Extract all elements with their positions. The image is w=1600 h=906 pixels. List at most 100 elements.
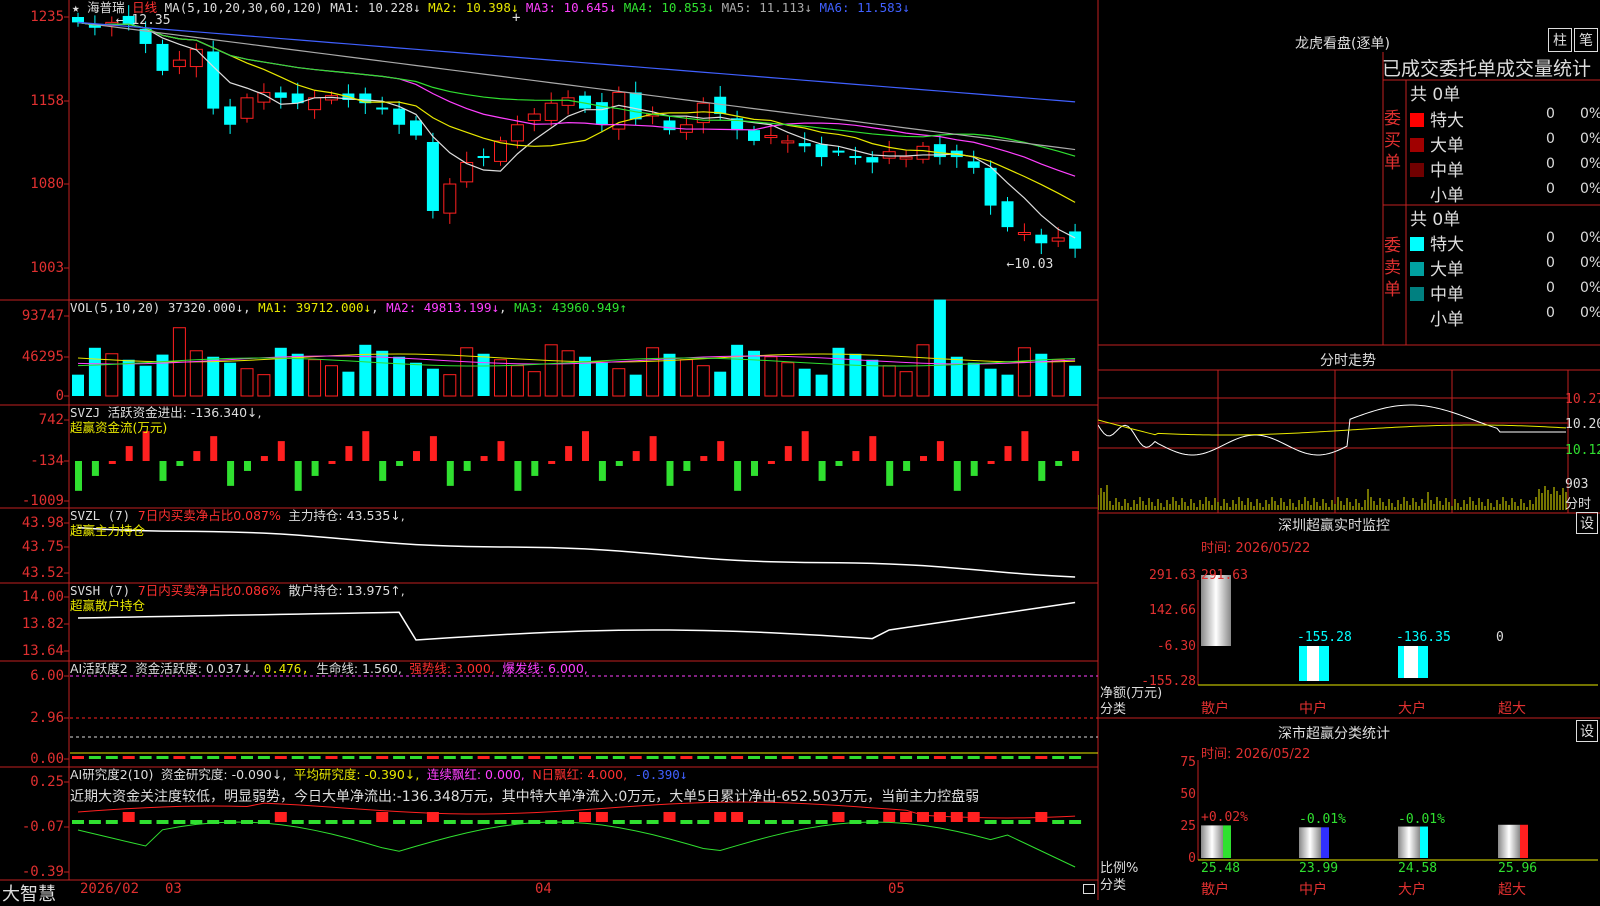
- vol-bar: [679, 359, 693, 397]
- class-settings-button[interactable]: 设: [1576, 720, 1598, 742]
- vol-bar: [696, 365, 710, 397]
- low-mark: ←10.03: [1006, 257, 1053, 272]
- activity-bar: [933, 756, 946, 759]
- vol-bar: [899, 371, 913, 397]
- fund-flow-bar: [210, 436, 218, 461]
- color-swatch-icon: [1410, 163, 1424, 177]
- fund-flow-bar: [852, 451, 860, 461]
- sell-name-3: 小单: [1430, 310, 1464, 330]
- candle-body: [393, 108, 406, 125]
- research-bar: [393, 820, 406, 824]
- class-value-0: 25.48: [1201, 861, 1241, 876]
- monitor-settings-button[interactable]: 设: [1576, 512, 1598, 534]
- high-mark: ← 12.35: [116, 13, 171, 28]
- fund-flow-bar: [548, 461, 556, 464]
- svsh-axis-2: 13.64: [21, 643, 64, 659]
- svzj-value: 活跃资金进出: -136.340↓,: [107, 405, 262, 420]
- ma-params: MA(5,10,20,30,60,120): [164, 0, 323, 15]
- fund-flow-bar: [91, 461, 99, 476]
- candle-body: [544, 102, 558, 121]
- research-bar: [443, 820, 456, 824]
- class-change-2: -0.01%: [1398, 811, 1445, 827]
- monitor-label-3: 超大: [1498, 701, 1526, 717]
- sell-orders-label: 委卖单: [1384, 236, 1401, 300]
- buy-row-3: 小单 0 0%: [1410, 181, 1600, 206]
- monitor-axis-0: 291.63: [1149, 568, 1196, 583]
- research-bar: [105, 820, 118, 824]
- vol-bar: [393, 356, 406, 396]
- monitor-bar: [1201, 575, 1231, 646]
- research-bar: [173, 820, 186, 824]
- vol-bar: [460, 347, 474, 397]
- vol-bar: [274, 347, 287, 396]
- svsh-label: SVSH (7): [70, 583, 131, 598]
- fund-flow-bar: [260, 456, 268, 461]
- class-bar-accent: [1420, 826, 1428, 858]
- activity-bar: [494, 756, 507, 759]
- candle-body: [882, 151, 896, 159]
- svzj-axis-1: -134: [30, 453, 64, 469]
- period-label[interactable]: 日线: [132, 0, 157, 15]
- class-bar: [1398, 826, 1420, 858]
- vol-bar: [1017, 347, 1031, 397]
- fund-flow-bar: [429, 436, 437, 461]
- research-bar: [714, 812, 727, 822]
- month-05: 05: [888, 881, 905, 897]
- stock-axis-1: 1158: [30, 93, 64, 109]
- fund-flow-bar: [531, 461, 539, 476]
- class-axis-1: 50: [1180, 787, 1196, 802]
- activity-bar: [528, 756, 541, 759]
- activity-bar: [798, 756, 811, 759]
- svsh-axis-1: 13.82: [21, 616, 64, 632]
- class-bar-accent: [1321, 827, 1329, 858]
- candle-body: [1017, 232, 1031, 236]
- activity-bar: [579, 756, 591, 759]
- vol-bar: [139, 365, 152, 396]
- monitor-axis-1: 142.66: [1149, 603, 1196, 618]
- intraday-title: 分时走势: [1320, 353, 1376, 369]
- vol-bar: [815, 374, 828, 396]
- svzl-axis-1: 43.75: [21, 539, 64, 555]
- fund-flow-bar: [480, 456, 488, 461]
- fund-flow-bar: [294, 461, 302, 491]
- research-bar: [697, 820, 710, 824]
- candle-body: [984, 167, 997, 206]
- kline-chart-area[interactable]: ← 12.35←10.03+: [0, 0, 1100, 900]
- buy-value-1: 0: [1546, 131, 1555, 147]
- activity-bar: [426, 756, 439, 759]
- lock-icon[interactable]: [1083, 884, 1095, 894]
- ai2-axis-2: -0.39: [21, 864, 64, 880]
- star-icon[interactable]: ★: [72, 0, 80, 15]
- svzj-axis-2: -1009: [21, 493, 64, 509]
- sell-name-2: 中单: [1430, 285, 1464, 305]
- candle-body: [1035, 234, 1048, 244]
- candle-body: [1069, 231, 1082, 249]
- buy-total: 共 0单: [1410, 85, 1461, 105]
- date-start: 2026/02: [80, 881, 140, 897]
- vol-bar: [443, 374, 457, 397]
- candle-body: [156, 43, 169, 71]
- month-03: 03: [165, 881, 182, 897]
- vol-bar: [832, 347, 845, 396]
- ai1-strong: 强势线: 3.000,: [409, 661, 495, 676]
- fund-flow-bar: [1021, 431, 1029, 461]
- color-swatch-icon: [1410, 262, 1424, 276]
- bar-mode-button[interactable]: 柱: [1548, 28, 1572, 52]
- candle-body: [1001, 201, 1014, 228]
- tick-mode-button[interactable]: 笔: [1574, 28, 1598, 52]
- candle-body: [764, 135, 778, 139]
- buy-pct-3: 0%: [1580, 181, 1600, 197]
- activity-bar: [376, 756, 389, 759]
- ai2-research: 资金研究度: -0.090↓,: [160, 767, 287, 782]
- candle-body: [207, 51, 220, 109]
- research-bar: [646, 820, 659, 824]
- activity-bar: [917, 756, 929, 759]
- buy-pct-0: 0%: [1580, 106, 1600, 122]
- research-bar: [832, 812, 845, 822]
- activity-bar: [545, 756, 558, 759]
- sell-name-0: 特大: [1430, 235, 1464, 255]
- research-bar: [477, 820, 490, 824]
- fund-flow-bar: [666, 461, 674, 486]
- activity-bar: [1018, 756, 1031, 759]
- candle-body: [781, 140, 795, 144]
